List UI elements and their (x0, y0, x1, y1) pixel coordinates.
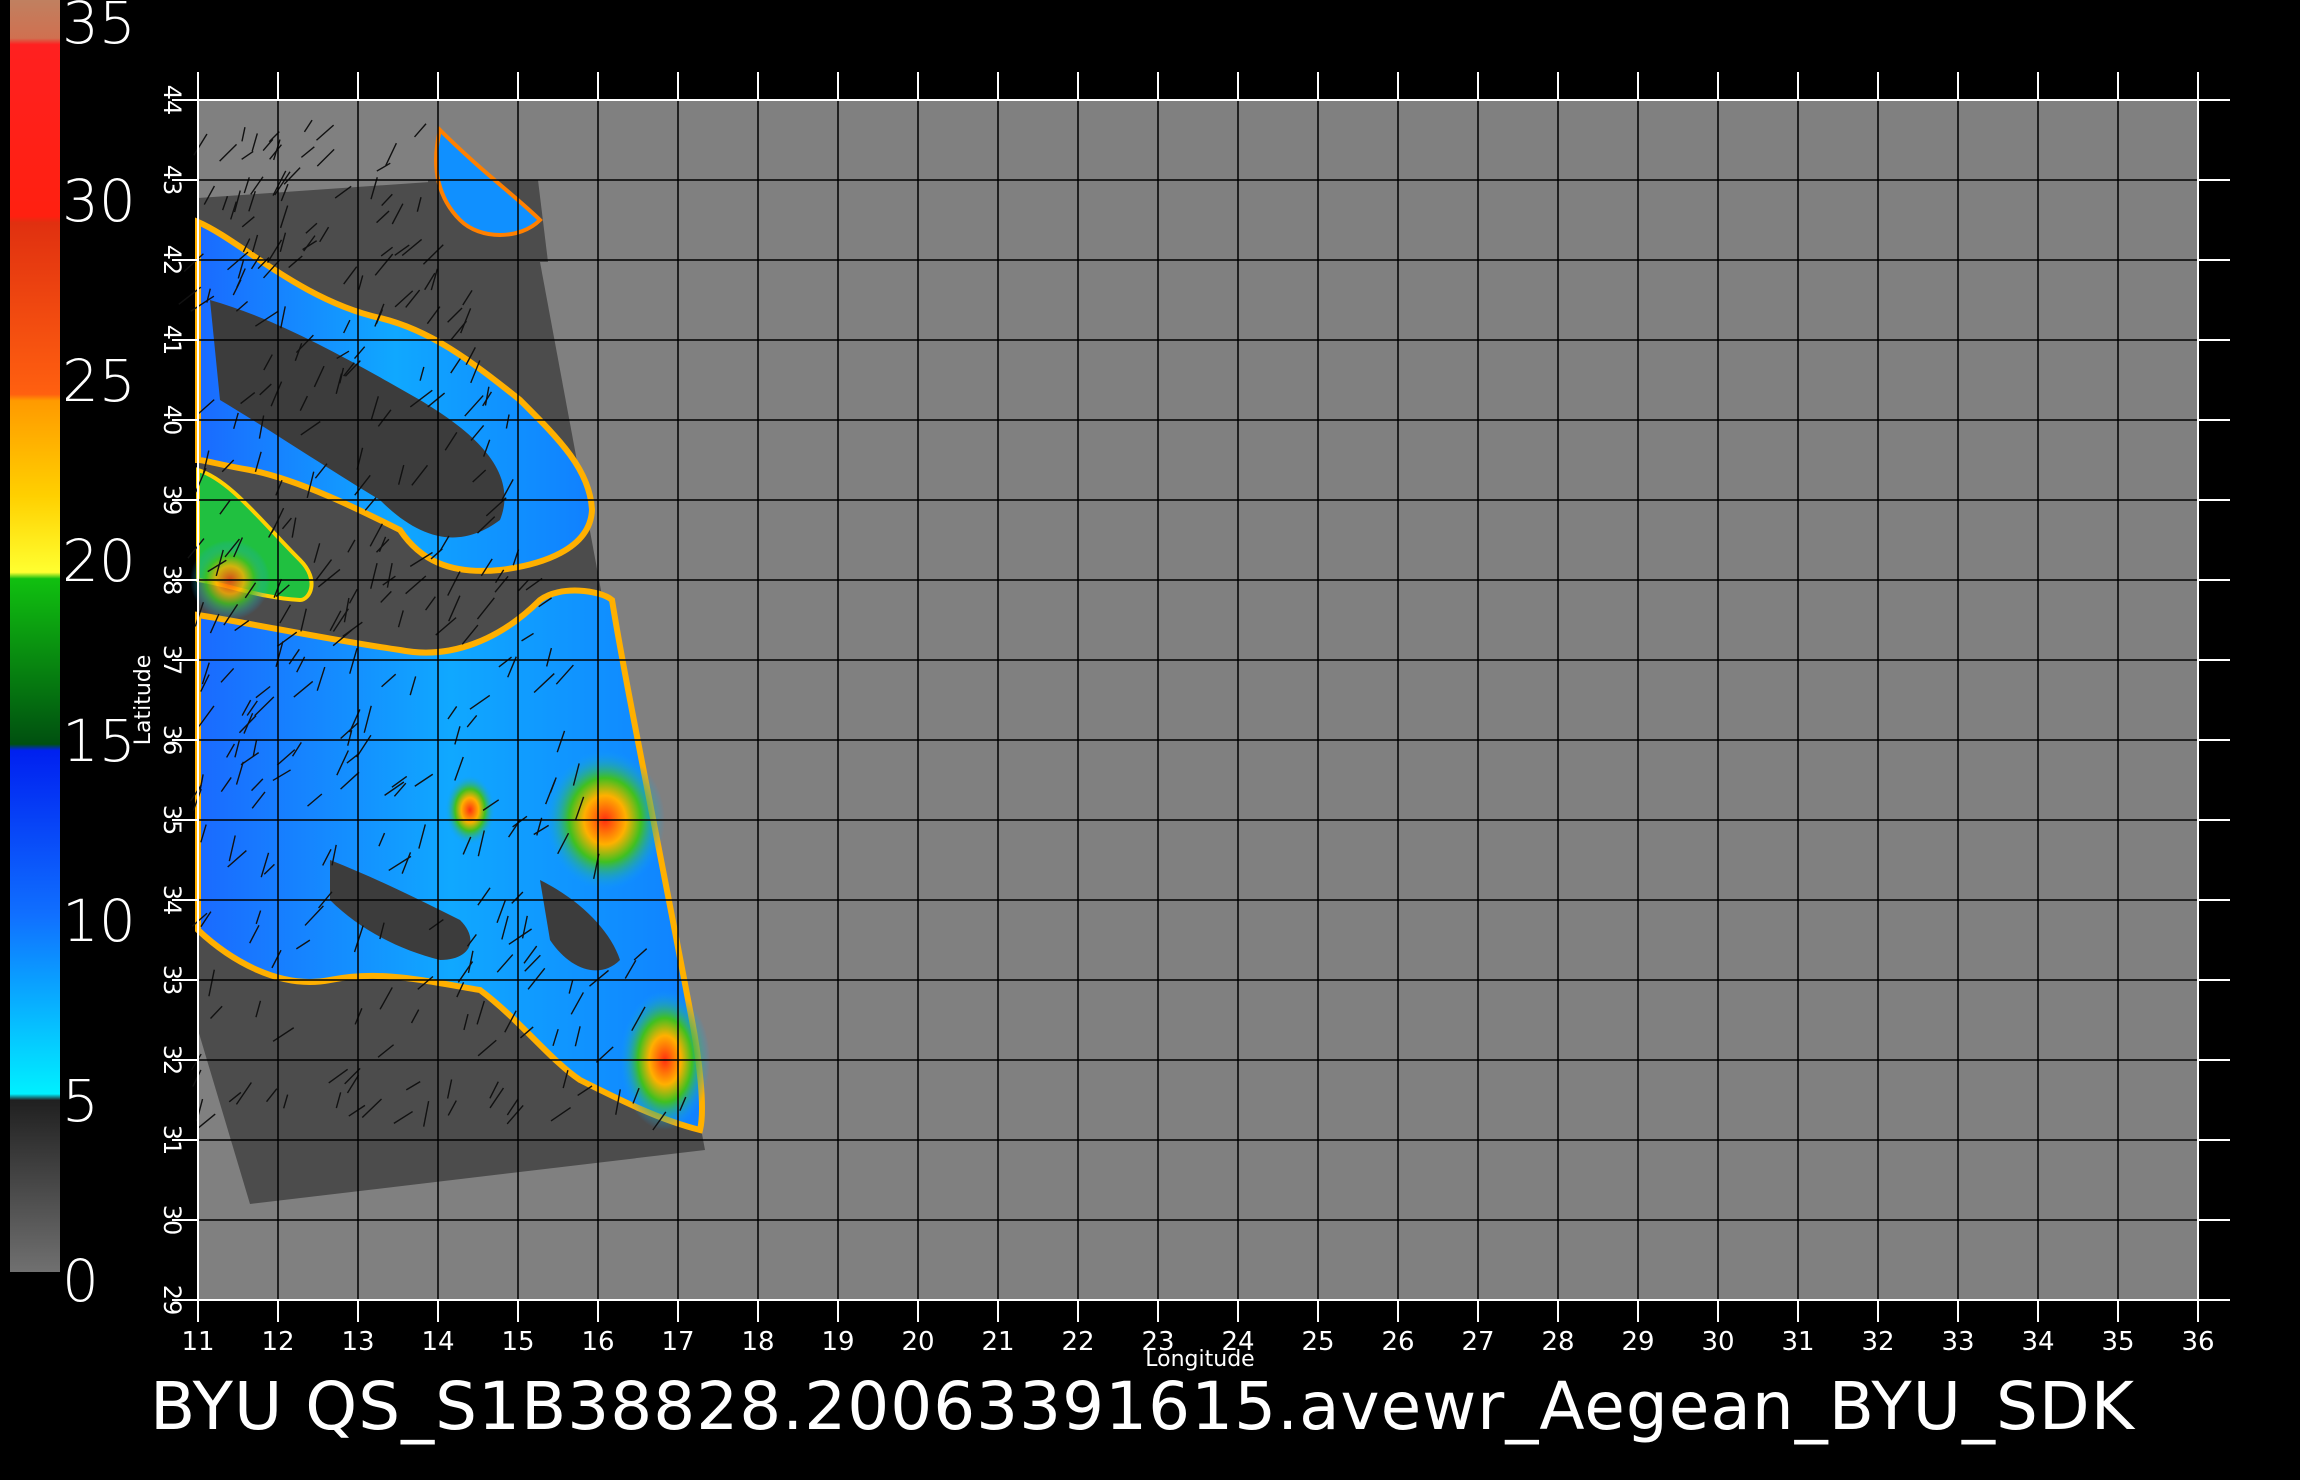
lon-tick-label: 21 (981, 1327, 1014, 1357)
lon-tick-label: 29 (1621, 1327, 1654, 1357)
lon-tick-label: 32 (1861, 1327, 1894, 1357)
lon-tick-label: 34 (2021, 1327, 2054, 1357)
wind-hotspot-3 (445, 775, 495, 845)
lat-tick-label: 31 (158, 1125, 186, 1156)
lat-tick-label: 32 (158, 1045, 186, 1076)
map-plot: 11 12 13 14 15 16 17 18 19 20 21 22 23 24 25 26 27 28 29 30… (131, 72, 2230, 1372)
lat-tick-label: 39 (158, 485, 186, 516)
lat-tick-label: 43 (158, 165, 186, 196)
lon-tick-label: 25 (1301, 1327, 1334, 1357)
lon-tick-label: 22 (1061, 1327, 1094, 1357)
lon-tick-label: 19 (821, 1327, 854, 1357)
lat-tick-label: 36 (158, 725, 186, 756)
figure-title: BYU QS_S1B38828.20063391615.avewr_Aegean… (150, 1368, 2135, 1445)
lon-tick-label: 31 (1781, 1327, 1814, 1357)
lat-tick-label: 38 (158, 565, 186, 596)
lat-tick-label: 42 (158, 245, 186, 276)
lat-tick-label: 37 (158, 645, 186, 676)
lon-tick-label: 35 (2101, 1327, 2134, 1357)
wind-map-figure: 35 30 25 20 15 10 5 0 11 12 13 14 15 16 … (0, 0, 2300, 1480)
lon-tick-label: 26 (1381, 1327, 1414, 1357)
lon-tick-label: 14 (421, 1327, 454, 1357)
lon-tick-label: 18 (741, 1327, 774, 1357)
lat-tick-label: 41 (158, 325, 186, 356)
y-axis-label: Latitude (131, 655, 156, 746)
lon-tick-label: 28 (1541, 1327, 1574, 1357)
lon-tick-label: 15 (501, 1327, 534, 1357)
lon-tick-label: 30 (1701, 1327, 1734, 1357)
lat-tick-label: 35 (158, 805, 186, 836)
lon-tick-label: 17 (661, 1327, 694, 1357)
lat-tick-label: 34 (158, 885, 186, 916)
lon-tick-label: 11 (181, 1327, 214, 1357)
lon-tick-label: 12 (261, 1327, 294, 1357)
lon-tick-label: 13 (341, 1327, 374, 1357)
lat-tick-label: 30 (158, 1205, 186, 1236)
lat-tick-label: 33 (158, 965, 186, 996)
lon-tick-label: 16 (581, 1327, 614, 1357)
lon-tick-label: 27 (1461, 1327, 1494, 1357)
lon-tick-label: 36 (2181, 1327, 2214, 1357)
lat-tick-label: 29 (158, 1285, 186, 1316)
lat-tick-label: 40 (158, 405, 186, 436)
lon-tick-label: 20 (901, 1327, 934, 1357)
lat-tick-label: 44 (158, 85, 186, 116)
lon-tick-label: 33 (1941, 1327, 1974, 1357)
